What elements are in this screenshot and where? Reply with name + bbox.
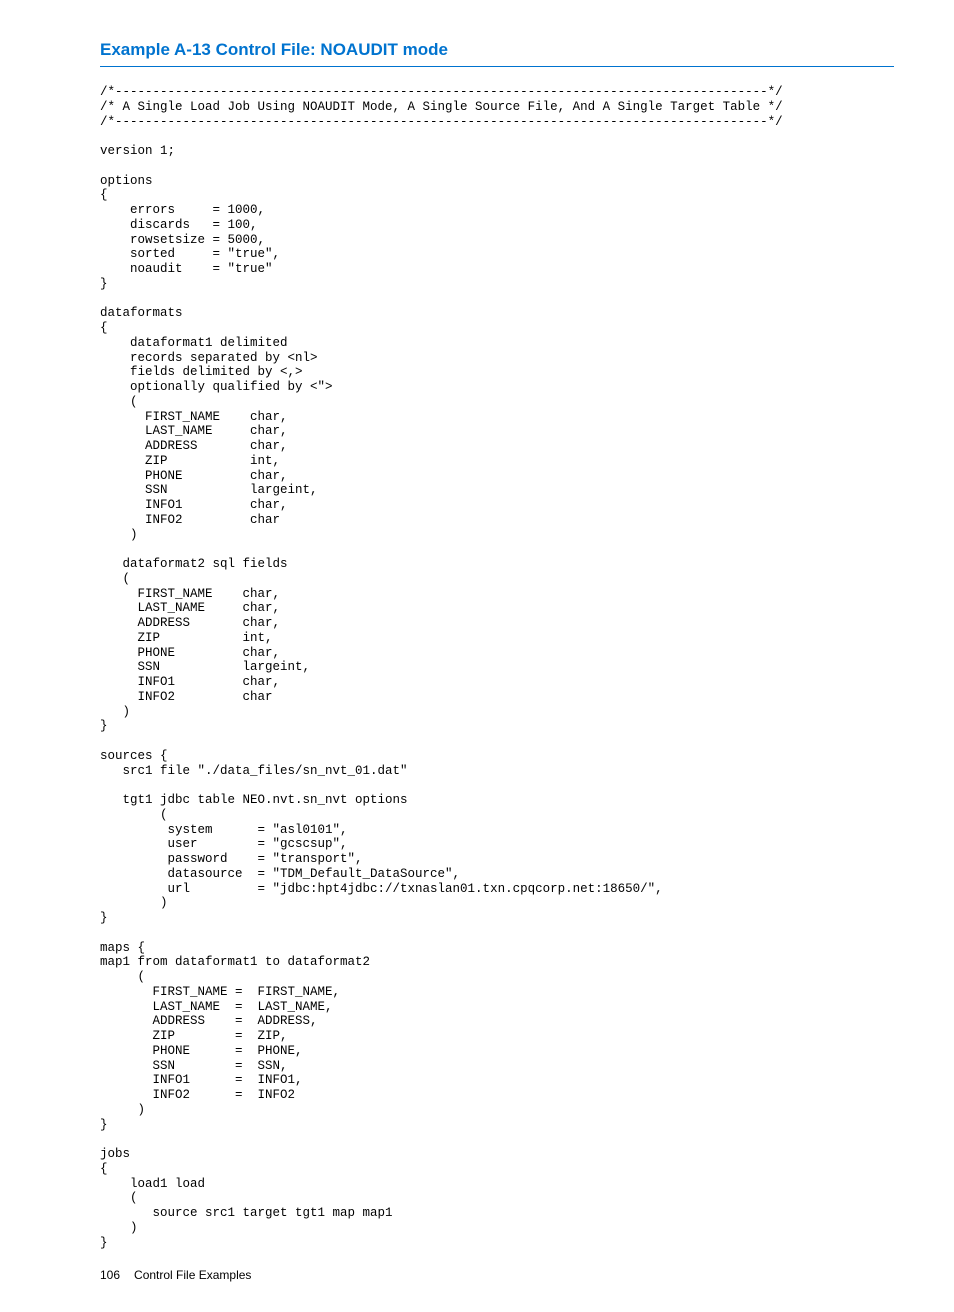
footer-section-title: Control File Examples xyxy=(134,1268,251,1282)
example-heading: Example A-13 Control File: NOAUDIT mode xyxy=(100,40,894,67)
page-number: 106 xyxy=(100,1268,120,1282)
page-footer: 106 Control File Examples xyxy=(100,1268,894,1282)
document-page: Example A-13 Control File: NOAUDIT mode … xyxy=(0,0,954,1312)
code-listing: /*--------------------------------------… xyxy=(100,85,894,1250)
